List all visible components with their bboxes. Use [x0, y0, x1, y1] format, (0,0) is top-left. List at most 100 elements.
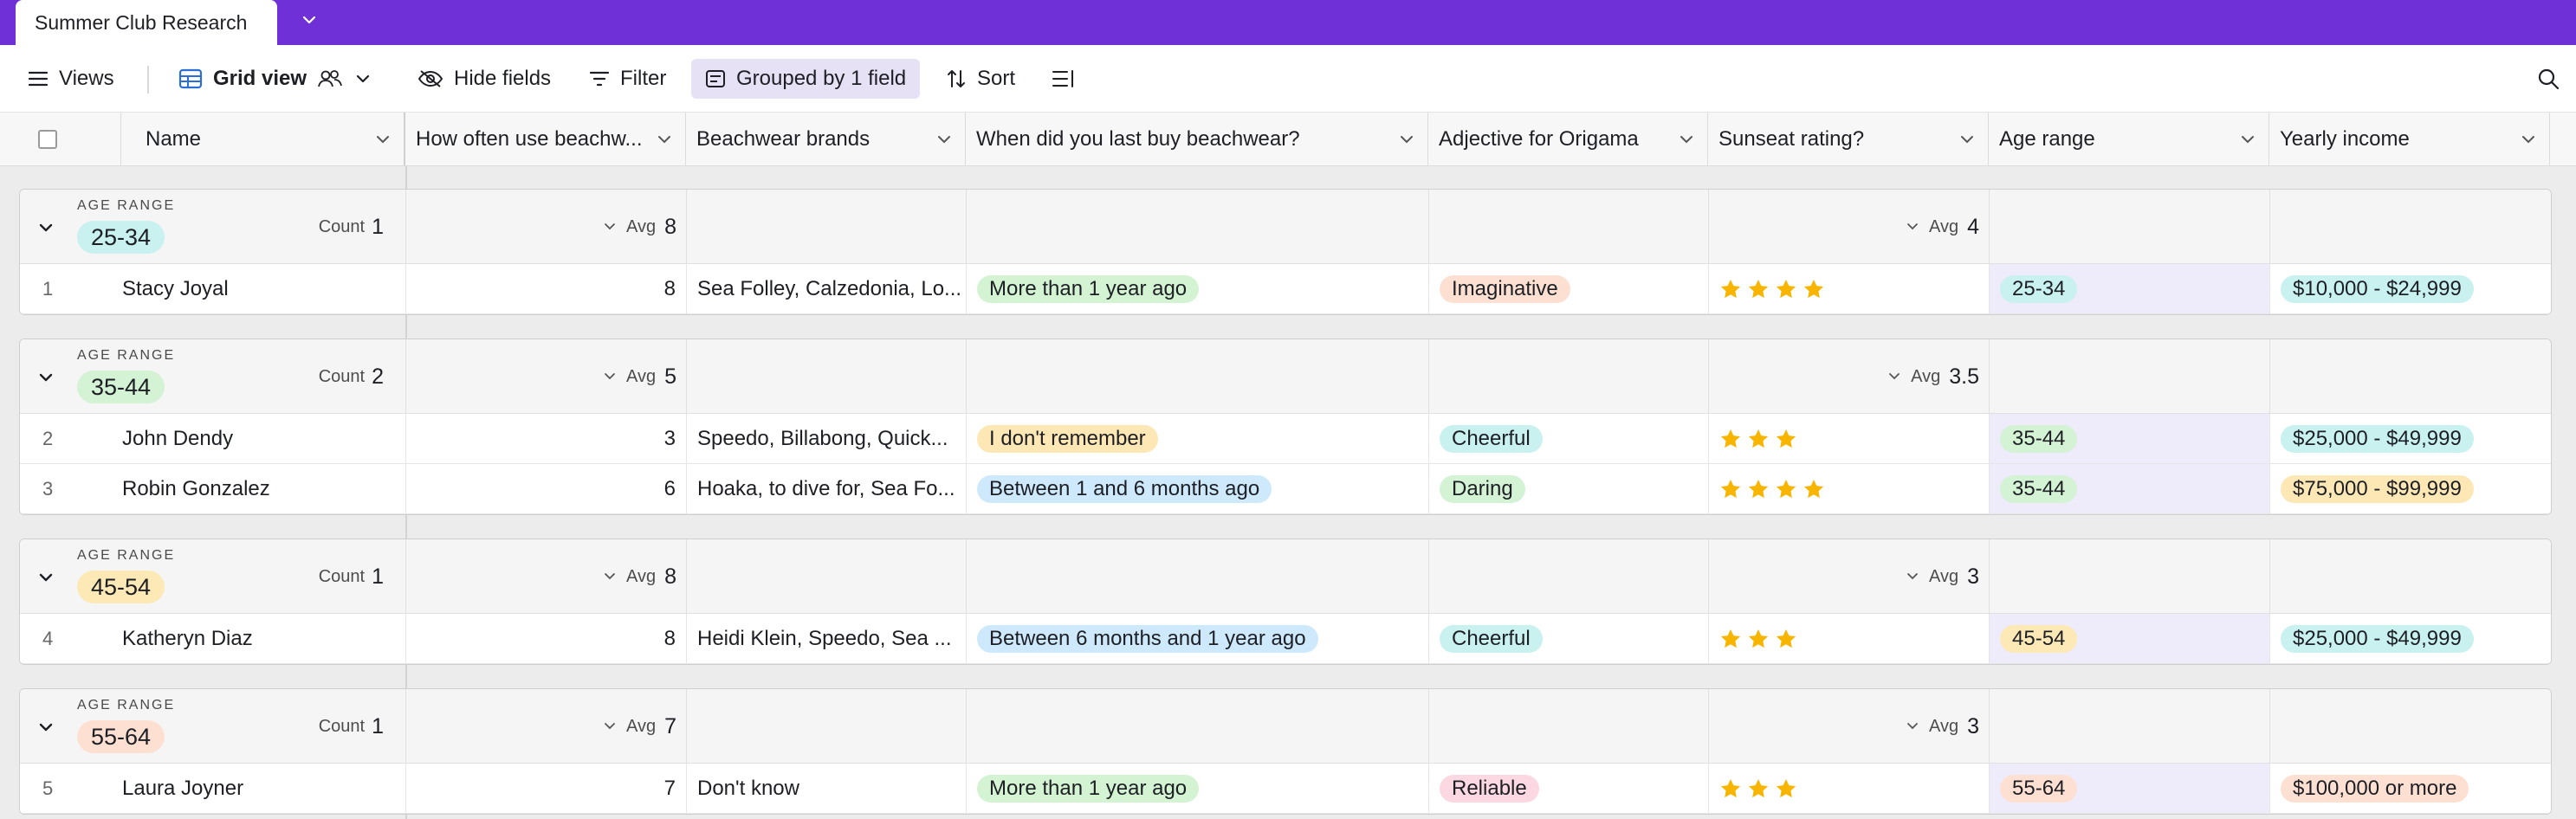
group-count: Count 2: [20, 339, 384, 414]
cell-name[interactable]: 2 John Dendy: [20, 414, 406, 463]
summary-chevron-icon[interactable]: [1887, 369, 1902, 384]
star-icon: [1775, 278, 1797, 300]
header-usage[interactable]: How often use beachw...: [405, 113, 686, 165]
cell-income[interactable]: $25,000 - $49,999: [2270, 614, 2551, 663]
cell-income[interactable]: $10,000 - $24,999: [2270, 264, 2551, 313]
summary-chevron-icon[interactable]: [1905, 719, 1920, 734]
views-button[interactable]: Views: [28, 45, 114, 113]
chevron-down-icon[interactable]: [934, 131, 955, 148]
cell-age[interactable]: 25-34: [1990, 264, 2270, 313]
cell-brands[interactable]: Heidi Klein, Speedo, Sea ...: [687, 614, 967, 663]
cell-rating[interactable]: [1709, 614, 1990, 663]
cell-rating[interactable]: [1709, 464, 1990, 513]
group-rating-average: Avg 3: [1709, 689, 1979, 764]
table-menu-chevron-icon[interactable]: [288, 0, 331, 40]
cell-last-buy[interactable]: More than 1 year ago: [967, 764, 1429, 813]
cell-adjective[interactable]: Imaginative: [1429, 264, 1709, 313]
cell-usage[interactable]: 3: [406, 414, 687, 463]
cell-adjective[interactable]: Daring: [1429, 464, 1709, 513]
cell-name[interactable]: 3 Robin Gonzalez: [20, 464, 406, 513]
usage-value: 8: [663, 626, 676, 650]
filter-icon: [589, 70, 610, 87]
cell-last-buy[interactable]: Between 1 and 6 months ago: [967, 464, 1429, 513]
cell-rating[interactable]: [1709, 414, 1990, 463]
cell-income[interactable]: $25,000 - $49,999: [2270, 414, 2551, 463]
select-all-checkbox[interactable]: [38, 129, 57, 149]
summary-chevron-icon[interactable]: [1905, 569, 1920, 584]
cell-name[interactable]: 5 Laura Joyner: [20, 764, 406, 813]
header-name[interactable]: Name: [121, 113, 405, 165]
cell-age[interactable]: 35-44: [1990, 414, 2270, 463]
sort-button[interactable]: Sort: [946, 45, 1015, 113]
chevron-down-icon[interactable]: [2237, 131, 2258, 148]
header-age[interactable]: Age range: [1989, 113, 2269, 165]
cell-brands[interactable]: Hoaka, to dive for, Sea Fo...: [687, 464, 967, 513]
search-icon[interactable]: [2536, 45, 2560, 113]
chevron-down-icon[interactable]: [1396, 131, 1417, 148]
table-row[interactable]: 5 Laura Joyner 7 Don't know More than 1 year…: [20, 764, 2551, 814]
header-last-buy[interactable]: When did you last buy beachwear?: [966, 113, 1428, 165]
chevron-down-icon[interactable]: [1676, 131, 1697, 148]
group-usage-average: Avg 8: [406, 190, 676, 264]
usage-value: 7: [663, 776, 676, 800]
cell-adjective[interactable]: Cheerful: [1429, 614, 1709, 663]
header-rating[interactable]: Sunseat rating?: [1708, 113, 1989, 165]
header-adjective[interactable]: Adjective for Origama: [1428, 113, 1708, 165]
summary-chevron-icon[interactable]: [602, 219, 618, 235]
group-rating-average: Avg 3.5: [1709, 339, 1979, 414]
cell-usage[interactable]: 8: [406, 614, 687, 663]
cell-last-buy[interactable]: More than 1 year ago: [967, 264, 1429, 313]
record-group: AGE RANGE 45-54 Count 1 Avg 8 Avg 3 4 Katheryn Di…: [19, 538, 2552, 665]
cell-adjective[interactable]: Reliable: [1429, 764, 1709, 813]
cell-last-buy[interactable]: I don't remember: [967, 414, 1429, 463]
cell-rating[interactable]: [1709, 264, 1990, 313]
summary-chevron-icon[interactable]: [602, 719, 618, 734]
table-tab-label: Summer Club Research: [35, 10, 248, 34]
cell-name[interactable]: 1 Stacy Joyal: [20, 264, 406, 313]
star-icon: [1719, 777, 1742, 800]
chevron-down-icon[interactable]: [1957, 131, 1977, 148]
header-income[interactable]: Yearly income: [2269, 113, 2550, 165]
cell-brands[interactable]: Speedo, Billabong, Quick...: [687, 414, 967, 463]
cell-last-buy[interactable]: Between 6 months and 1 year ago: [967, 614, 1429, 663]
cell-income[interactable]: $100,000 or more: [2270, 764, 2551, 813]
star-rating: [1719, 428, 1797, 450]
average-value: 4: [1967, 214, 1979, 239]
last-buy-pill: I don't remember: [977, 424, 1158, 453]
cell-income[interactable]: $75,000 - $99,999: [2270, 464, 2551, 513]
group-count-value: 2: [372, 364, 384, 389]
adjective-pill: Reliable: [1440, 774, 1539, 803]
cell-name[interactable]: 4 Katheryn Diaz: [20, 614, 406, 663]
cell-brands[interactable]: Don't know: [687, 764, 967, 813]
cell-usage[interactable]: 6: [406, 464, 687, 513]
table-row[interactable]: 4 Katheryn Diaz 8 Heidi Klein, Speedo, Sea …: [20, 614, 2551, 664]
grid-view-switcher[interactable]: Grid view: [178, 45, 372, 113]
cell-adjective[interactable]: Cheerful: [1429, 414, 1709, 463]
filter-button[interactable]: Filter: [589, 45, 666, 113]
summary-chevron-icon[interactable]: [1905, 219, 1920, 235]
summary-chevron-icon[interactable]: [602, 569, 618, 584]
cell-usage[interactable]: 8: [406, 264, 687, 313]
group-button[interactable]: Grouped by 1 field: [691, 59, 921, 99]
chevron-down-icon[interactable]: [372, 131, 393, 148]
cell-usage[interactable]: 7: [406, 764, 687, 813]
cell-age[interactable]: 35-44: [1990, 464, 2270, 513]
cell-age[interactable]: 55-64: [1990, 764, 2270, 813]
average-label: Avg: [1928, 216, 1959, 236]
header-usage-label: How often use beachw...: [416, 126, 643, 151]
cell-rating[interactable]: [1709, 764, 1990, 813]
table-row[interactable]: 2 John Dendy 3 Speedo, Billabong, Quick... I…: [20, 414, 2551, 464]
table-row[interactable]: 1 Stacy Joyal 8 Sea Folley, Calzedonia, Lo.…: [20, 264, 2551, 314]
summary-chevron-icon[interactable]: [602, 369, 618, 384]
header-brands[interactable]: Beachwear brands: [686, 113, 966, 165]
cell-brands[interactable]: Sea Folley, Calzedonia, Lo...: [687, 264, 967, 313]
chevron-down-icon[interactable]: [654, 131, 675, 148]
usage-value: 3: [663, 426, 676, 450]
chevron-down-icon[interactable]: [2518, 131, 2539, 148]
row-height-button[interactable]: [1052, 45, 1076, 113]
table-tab[interactable]: Summer Club Research: [16, 0, 277, 45]
group-header-cell: [687, 190, 967, 263]
cell-age[interactable]: 45-54: [1990, 614, 2270, 663]
hide-fields-button[interactable]: Hide fields: [417, 45, 551, 113]
table-row[interactable]: 3 Robin Gonzalez 6 Hoaka, to dive for, Sea …: [20, 464, 2551, 514]
